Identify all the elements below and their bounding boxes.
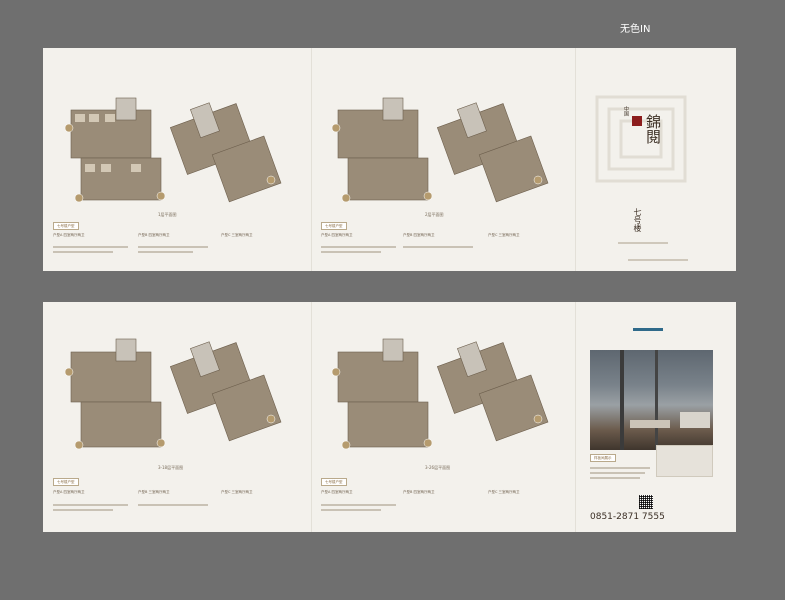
brand-small: 中国 [623,106,629,116]
showroom-photo [590,350,713,450]
brand-strip [633,328,663,331]
text-line [321,509,381,511]
fold-line [311,48,312,271]
text-line [53,246,128,248]
text-line [53,251,113,253]
maze-pattern [595,95,687,183]
unit-spec: 户型B 三室两厅两卫 [138,490,170,494]
fold-line [575,48,576,271]
text-line [321,251,381,253]
bottom-brochure-sheet: 3-18层平面图 七号楼户型 户型A 四室两厅两卫 户型B 三室两厅两卫 户型C… [43,302,736,532]
canvas-label: 无色IN [620,24,651,35]
text-line [321,504,396,506]
photo-caption: 样板间展示 [590,454,616,462]
fold-line [311,302,312,532]
text-line [53,509,113,511]
plan-caption: 3-26层平面图 [425,465,451,470]
qr-code-icon[interactable] [639,495,653,509]
unit-spec: 户型A 四室两厅两卫 [321,490,353,494]
unit-tag: 七号楼户型 [321,478,347,486]
unit-spec: 户型C 三室两厅两卫 [488,490,520,494]
unit-spec: 户型C 三室两厅两卫 [221,490,253,494]
unit-spec: 户型B 四室两厅两卫 [138,233,170,237]
text-line [628,259,688,261]
unit-spec: 户型B 四室两厅两卫 [403,233,435,237]
unit-spec: 户型C 三室两厅两卫 [221,233,253,237]
unit-spec: 户型C 三室两厅两卫 [488,233,520,237]
floor-plan-4 [331,338,549,450]
seal-icon [632,116,642,126]
unit-spec: 户型A 四室两厅两卫 [53,233,85,237]
text-line [590,472,645,474]
top-brochure-sheet: 1层平面图 七号楼户型 户型A 四室两厅两卫 户型B 四室两厅两卫 户型C 三室… [43,48,736,271]
text-line [138,246,208,248]
unit-tag: 七号楼户型 [53,478,79,486]
text-line [590,477,640,479]
text-line [321,246,396,248]
brand-title: 錦閱 [644,114,662,144]
plan-caption: 3-18层平面图 [158,465,184,470]
text-line [138,251,193,253]
unit-spec: 户型B 四室两厅两卫 [403,490,435,494]
plan-caption: 1层平面图 [158,212,177,217]
building-label: 七号楼 [633,208,642,232]
text-line [590,467,650,469]
text-line [403,246,473,248]
text-line [53,504,128,506]
unit-tag: 七号楼户型 [321,222,347,230]
location-map [656,445,713,477]
phone-number: 0851-2871 7555 [590,512,665,522]
text-line [138,504,208,506]
unit-spec: 户型A 四室两厅两卫 [53,490,85,494]
plan-caption: 2层平面图 [425,212,444,217]
floor-plan-3 [64,338,282,450]
unit-tag: 七号楼户型 [53,222,79,230]
fold-line [575,302,576,532]
text-line [618,242,668,244]
unit-spec: 户型A 四室两厅两卫 [321,233,353,237]
